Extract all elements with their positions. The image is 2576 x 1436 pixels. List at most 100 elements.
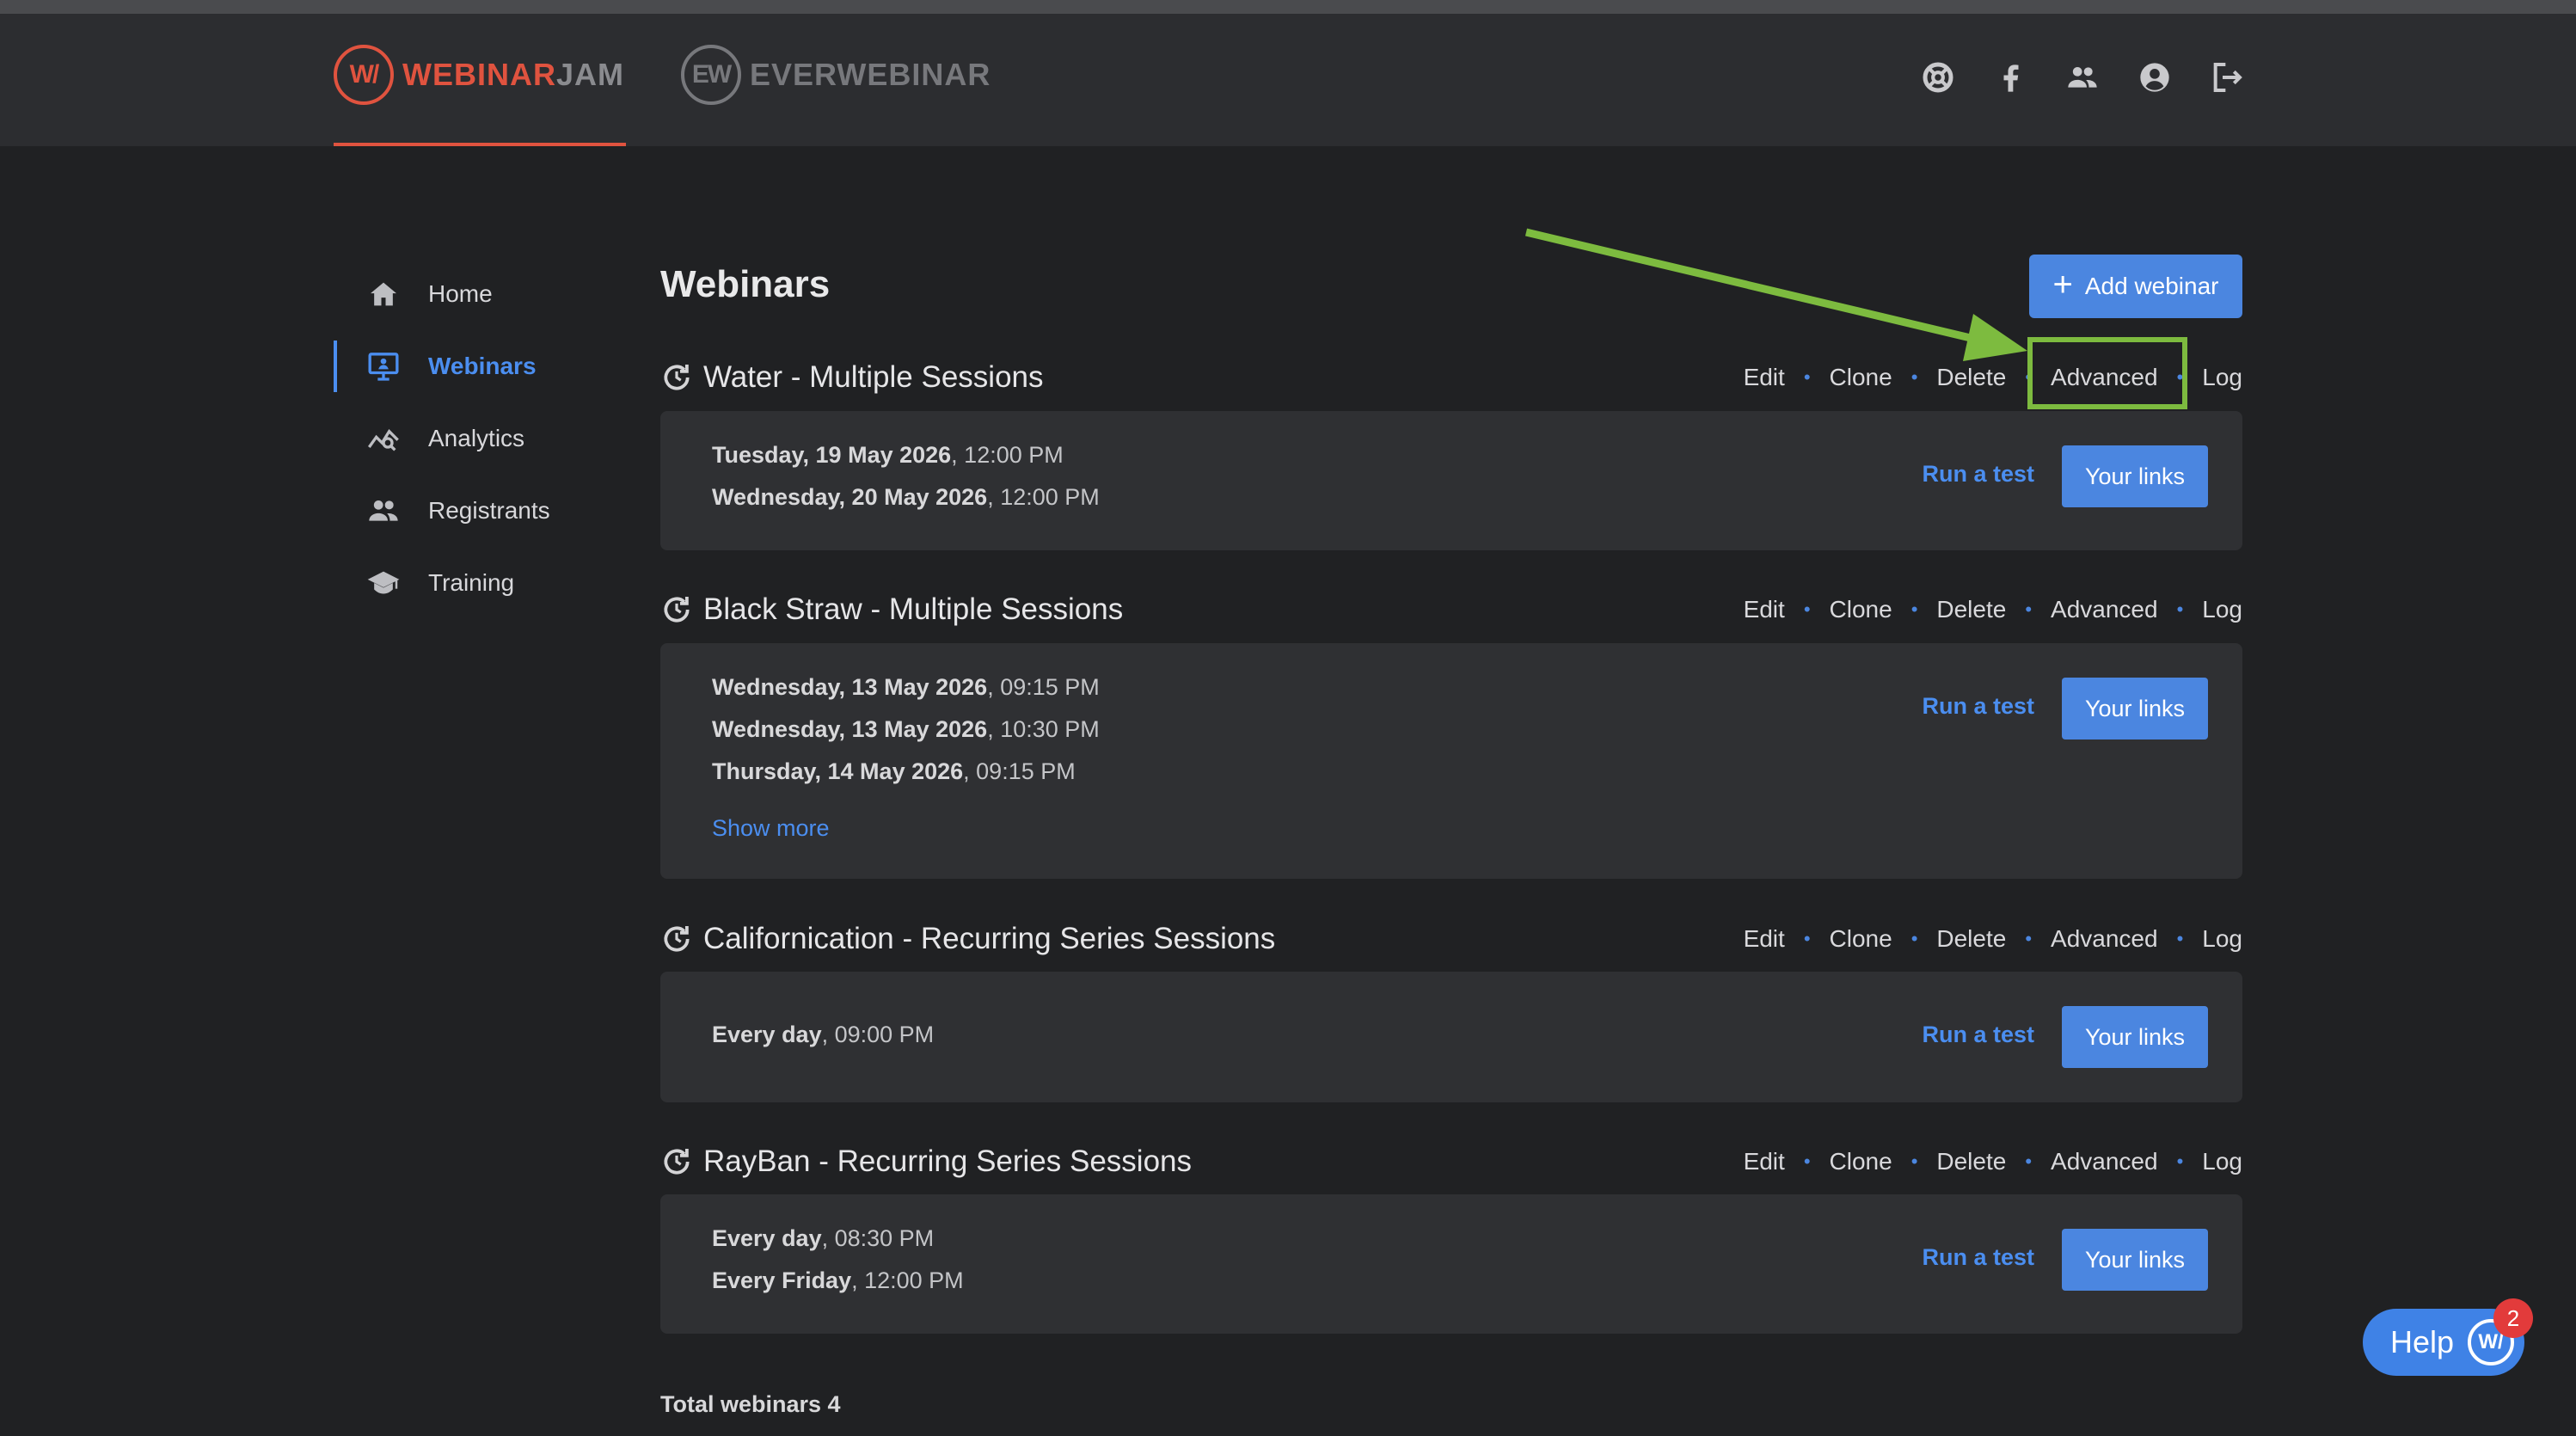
clone-link[interactable]: Clone	[1830, 925, 1892, 953]
run-test-link[interactable]: Run a test	[1922, 1022, 2034, 1048]
log-link[interactable]: Log	[2202, 364, 2242, 391]
webinar-card: Wednesday, 13 May 2026, 09:15 PM Wednesd…	[660, 643, 2242, 879]
delete-link[interactable]: Delete	[1936, 1148, 2006, 1175]
log-link[interactable]: Log	[2202, 1148, 2242, 1175]
add-webinar-label: Add webinar	[2084, 273, 2219, 299]
recurring-icon	[660, 1145, 693, 1178]
sidebar-item-label: Registrants	[428, 497, 550, 524]
your-links-button[interactable]: Your links	[2062, 1229, 2208, 1291]
webinar-actions: Edit • Clone • Delete • Advanced • Log	[1744, 917, 2242, 960]
sidebar-item-registrants[interactable]: Registrants	[334, 475, 592, 547]
home-icon	[366, 277, 401, 311]
webinar-title[interactable]: Water - Multiple Sessions	[703, 360, 1044, 395]
sidebar-item-label: Home	[428, 280, 493, 307]
separator-dot: •	[1911, 598, 1918, 620]
add-webinar-button[interactable]: + Add webinar	[2029, 255, 2242, 318]
show-more-link[interactable]: Show more	[712, 815, 830, 842]
session-line: Every Friday, 12:00 PM	[712, 1267, 964, 1293]
advanced-link[interactable]: Advanced	[2051, 925, 2158, 953]
webinar-actions: Edit • Clone • Delete • Advanced • Log	[1744, 588, 2242, 631]
separator-dot: •	[1911, 928, 1918, 949]
logout-icon[interactable]	[2210, 60, 2244, 95]
webinar-title[interactable]: Black Straw - Multiple Sessions	[703, 592, 1123, 627]
webinarjam-logo[interactable]: W/ WEBINARJAM	[334, 43, 624, 107]
delete-link[interactable]: Delete	[1936, 596, 2006, 623]
log-link[interactable]: Log	[2202, 925, 2242, 953]
separator-dot: •	[2176, 928, 2184, 949]
session-line: Tuesday, 19 May 2026, 12:00 PM	[712, 442, 1064, 468]
total-webinars: Total webinars 4	[660, 1391, 841, 1417]
webinar-header: RayBan - Recurring Series Sessions Edit •…	[660, 1140, 2242, 1183]
separator-dot: •	[1803, 366, 1811, 388]
account-icon[interactable]	[2137, 60, 2172, 95]
facebook-icon[interactable]	[1993, 60, 2027, 95]
run-test-link[interactable]: Run a test	[1922, 693, 2034, 720]
clone-link[interactable]: Clone	[1830, 364, 1892, 391]
active-product-underline	[334, 143, 626, 146]
sidebar-item-training[interactable]: Training	[334, 547, 592, 619]
separator-dot: •	[1911, 366, 1918, 388]
edit-link[interactable]: Edit	[1744, 364, 1785, 391]
help-label: Help	[2390, 1324, 2455, 1359]
webinarjam-logo-text: WEBINARJAM	[402, 57, 624, 92]
your-links-button[interactable]: Your links	[2062, 1006, 2208, 1068]
plus-icon: +	[2052, 266, 2073, 304]
clone-link[interactable]: Clone	[1830, 1148, 1892, 1175]
run-test-link[interactable]: Run a test	[1922, 461, 2034, 488]
edit-link[interactable]: Edit	[1744, 925, 1785, 953]
separator-dot: •	[1911, 1151, 1918, 1172]
separator-dot: •	[2025, 1151, 2033, 1172]
session-line: Wednesday, 13 May 2026, 09:15 PM	[712, 674, 1100, 700]
sidebar-item-label: Training	[428, 569, 515, 596]
advanced-link[interactable]: Advanced	[2051, 1148, 2158, 1175]
everwebinar-logo-mark: EW	[681, 45, 741, 105]
recurring-icon	[660, 593, 693, 626]
webinar-header: Black Straw - Multiple Sessions Edit • Cl…	[660, 588, 2242, 631]
advanced-link[interactable]: Advanced	[2051, 596, 2158, 623]
webinarjam-logo-mark: W/	[334, 45, 394, 105]
session-line: Every day, 09:00 PM	[712, 1022, 935, 1047]
webinar-card: Tuesday, 19 May 2026, 12:00 PM Wednesday…	[660, 411, 2242, 550]
separator-dot: •	[2025, 928, 2033, 949]
webinar-actions: Edit • Clone • Delete • Advanced • Log	[1744, 1140, 2242, 1183]
sidebar-item-home[interactable]: Home	[334, 258, 592, 330]
separator-dot: •	[2176, 598, 2184, 620]
delete-link[interactable]: Delete	[1936, 925, 2006, 953]
webinar-card: Every day, 09:00 PM Run a test Your link…	[660, 972, 2242, 1102]
everwebinar-logo[interactable]: EW EVERWEBINAR	[681, 43, 991, 107]
sidebar-item-label: Webinars	[428, 353, 537, 379]
webinar-title[interactable]: Californication - Recurring Series Sessi…	[703, 922, 1275, 956]
your-links-button[interactable]: Your links	[2062, 445, 2208, 507]
your-links-button[interactable]: Your links	[2062, 678, 2208, 739]
advanced-highlight-box	[2027, 337, 2187, 409]
registrants-icon	[366, 494, 401, 528]
clone-link[interactable]: Clone	[1830, 596, 1892, 623]
run-test-link[interactable]: Run a test	[1922, 1244, 2034, 1271]
session-line: Thursday, 14 May 2026, 09:15 PM	[712, 758, 1076, 784]
delete-link[interactable]: Delete	[1936, 364, 2006, 391]
webinar-title[interactable]: RayBan - Recurring Series Sessions	[703, 1145, 1192, 1179]
everwebinar-logo-text: EVERWEBINAR	[750, 57, 991, 92]
edit-link[interactable]: Edit	[1744, 596, 1785, 623]
separator-dot: •	[1803, 598, 1811, 620]
recurring-icon	[660, 361, 693, 394]
separator-dot: •	[2025, 598, 2033, 620]
separator-dot: •	[2176, 1151, 2184, 1172]
edit-link[interactable]: Edit	[1744, 1148, 1785, 1175]
notification-badge: 2	[2493, 1298, 2533, 1338]
window-top-strip	[0, 0, 2576, 14]
separator-dot: •	[1803, 1151, 1811, 1172]
sidebar-item-webinars[interactable]: Webinars	[334, 330, 592, 402]
session-line: Every day, 08:30 PM	[712, 1225, 935, 1251]
webinar-header: Californication - Recurring Series Sessi…	[660, 917, 2242, 960]
training-icon	[366, 566, 401, 600]
webinar-card: Every day, 08:30 PM Every Friday, 12:00 …	[660, 1194, 2242, 1334]
support-icon[interactable]	[1921, 60, 1955, 95]
sidebar: Home Webinars Analytics Registrants Trai…	[334, 258, 592, 619]
page-title: Webinars	[660, 263, 831, 305]
separator-dot: •	[1803, 928, 1811, 949]
webinars-icon	[366, 349, 401, 384]
log-link[interactable]: Log	[2202, 596, 2242, 623]
team-icon[interactable]	[2065, 60, 2100, 95]
sidebar-item-analytics[interactable]: Analytics	[334, 402, 592, 475]
